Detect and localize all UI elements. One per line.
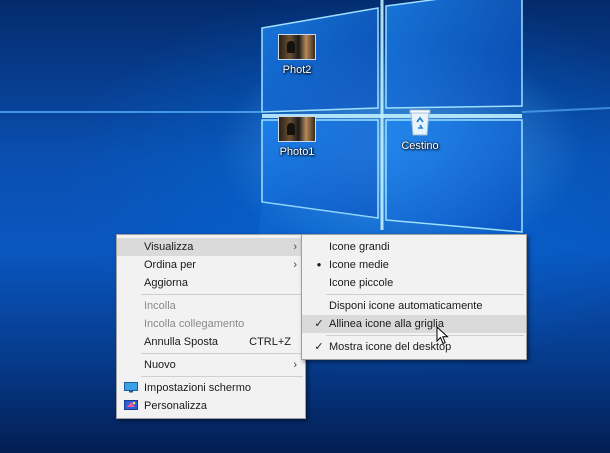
- menu-separator: [141, 376, 303, 377]
- desktop-icon-label: Phot2: [282, 64, 312, 76]
- menu-item-icone-piccole[interactable]: Icone piccole: [302, 274, 526, 292]
- menu-item-disponi-icone[interactable]: Disponi icone automaticamente: [302, 297, 526, 315]
- menu-item-label: Nuovo: [144, 359, 176, 371]
- menu-item-label: Ordina per: [144, 259, 196, 271]
- visualizza-submenu: Icone grandi ● Icone medie Icone piccole…: [301, 234, 527, 360]
- menu-item-label: Visualizza: [144, 241, 194, 253]
- menu-item-label: Mostra icone del desktop: [329, 341, 452, 353]
- desktop-icon-label: Cestino: [401, 140, 439, 152]
- desktop-icon-photo1[interactable]: Photo1: [262, 116, 332, 158]
- menu-item-ordina-per[interactable]: Ordina per ›: [117, 256, 305, 274]
- menu-item-incolla[interactable]: Incolla: [117, 297, 305, 315]
- recycle-bin-icon: [408, 108, 432, 136]
- menu-item-personalizza[interactable]: Personalizza: [117, 397, 305, 415]
- menu-item-label: Icone grandi: [329, 241, 390, 253]
- menu-item-impostazioni-schermo[interactable]: Impostazioni schermo: [117, 379, 305, 397]
- menu-item-label: Annulla Sposta: [144, 336, 218, 348]
- menu-separator: [141, 353, 303, 354]
- desktop-icon-phot2[interactable]: Phot2: [262, 34, 332, 76]
- desktop-background[interactable]: Phot2 Photo1 Cestino Visualizza › Ordina…: [0, 0, 610, 453]
- menu-separator: [326, 335, 524, 336]
- checkmark-icon: ✓: [314, 341, 324, 353]
- menu-item-icone-grandi[interactable]: Icone grandi: [302, 238, 526, 256]
- menu-item-visualizza[interactable]: Visualizza ›: [117, 238, 305, 256]
- menu-item-icone-medie[interactable]: ● Icone medie: [302, 256, 526, 274]
- photo-thumbnail-icon: [278, 116, 316, 142]
- display-settings-icon: [124, 382, 138, 393]
- desktop-icon-label: Photo1: [279, 146, 315, 158]
- personalize-icon: [124, 400, 138, 410]
- menu-item-label: Incolla collegamento: [144, 318, 245, 330]
- submenu-arrow-icon: ›: [293, 359, 297, 371]
- menu-item-nuovo[interactable]: Nuovo ›: [117, 356, 305, 374]
- submenu-arrow-icon: ›: [293, 241, 297, 253]
- menu-item-incolla-collegamento[interactable]: Incolla collegamento: [117, 315, 305, 333]
- menu-item-label: Aggiorna: [144, 277, 189, 289]
- desktop-icon-cestino[interactable]: Cestino: [385, 108, 455, 152]
- mouse-cursor-icon: [436, 326, 449, 345]
- checkmark-icon: ✓: [314, 318, 324, 330]
- menu-item-shortcut: CTRL+Z: [249, 336, 291, 348]
- menu-item-label: Icone piccole: [329, 277, 394, 289]
- menu-item-label: Personalizza: [144, 400, 207, 412]
- menu-item-annulla-sposta[interactable]: Annulla Sposta CTRL+Z: [117, 333, 305, 351]
- menu-separator: [326, 294, 524, 295]
- photo-thumbnail-icon: [278, 34, 316, 60]
- menu-item-label: Icone medie: [329, 259, 389, 271]
- menu-item-label: Allinea icone alla griglia: [329, 318, 444, 330]
- menu-item-aggiorna[interactable]: Aggiorna: [117, 274, 305, 292]
- bullet-icon: ●: [316, 260, 322, 269]
- menu-item-mostra-icone[interactable]: ✓ Mostra icone del desktop: [302, 338, 526, 356]
- submenu-arrow-icon: ›: [293, 259, 297, 271]
- menu-item-label: Impostazioni schermo: [144, 382, 251, 394]
- menu-item-allinea-griglia[interactable]: ✓ Allinea icone alla griglia: [302, 315, 526, 333]
- desktop-context-menu: Visualizza › Ordina per › Aggiorna Incol…: [116, 234, 306, 419]
- menu-separator: [141, 294, 303, 295]
- menu-item-label: Disponi icone automaticamente: [329, 300, 483, 312]
- menu-item-label: Incolla: [144, 300, 176, 312]
